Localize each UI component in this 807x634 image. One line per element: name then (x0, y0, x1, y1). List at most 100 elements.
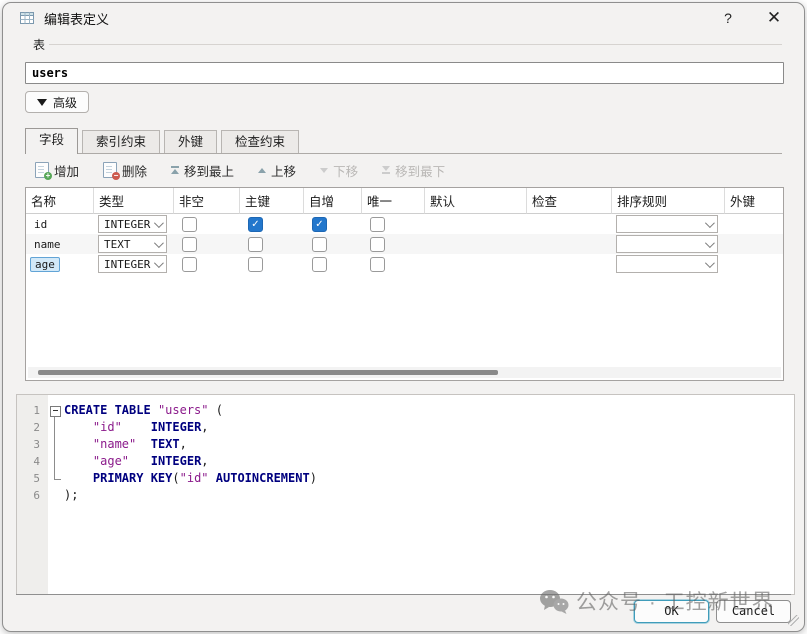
not-null-checkbox[interactable]: ✓ (182, 237, 197, 252)
cell-name[interactable]: id (26, 214, 94, 234)
unique-checkbox[interactable]: ✓ (370, 217, 385, 232)
fold-marker (48, 453, 64, 470)
move-up-button[interactable]: 上移 (258, 161, 296, 180)
primary-key-checkbox[interactable]: ✓ (248, 257, 263, 272)
col-header-name[interactable]: 名称 (26, 188, 94, 214)
table-grid-icon (19, 10, 35, 26)
line-number: 5 (17, 470, 48, 487)
tab-check-constraints[interactable]: 检查约束 (221, 130, 299, 153)
move-to-top-button-label: 移到最上 (184, 161, 234, 180)
line-number: 6 (17, 487, 48, 504)
field-row: id INTEGER ✓ ✓ ✓ ✓ (26, 214, 783, 234)
advanced-button[interactable]: 高级 (25, 91, 89, 113)
sql-code-text: PRIMARY KEY("id" AUTOINCREMENT) (64, 470, 317, 487)
cell-name[interactable]: name (26, 234, 94, 254)
unique-checkbox[interactable]: ✓ (370, 237, 385, 252)
field-row: name TEXT ✓ ✓ ✓ ✓ (26, 234, 783, 254)
field-toolbar: +增加 −删除 移到最上 上移 下移 移到最下 (25, 155, 782, 185)
add-button-label: 增加 (54, 161, 79, 180)
tab-index-constraints[interactable]: 索引约束 (82, 130, 160, 153)
tab-foreign-keys[interactable]: 外键 (164, 130, 217, 153)
cell-not-null: ✓ (174, 254, 240, 274)
remove-button[interactable]: −删除 (103, 161, 147, 180)
type-select-value: INTEGER (104, 218, 150, 231)
sql-line: 2 "id" INTEGER, (17, 419, 794, 436)
collation-select[interactable] (616, 215, 718, 233)
horizontal-scrollbar[interactable] (28, 367, 781, 378)
cell-primary-key: ✓ (240, 254, 304, 274)
sql-code-text: "age" INTEGER, (64, 453, 209, 470)
sql-line: 4 "age" INTEGER, (17, 453, 794, 470)
advanced-button-label: 高级 (53, 94, 77, 111)
col-header-type[interactable]: 类型 (94, 188, 174, 214)
sql-code-text: "id" INTEGER, (64, 419, 209, 436)
cancel-button[interactable]: Cancel (716, 600, 791, 623)
sql-code-text: CREATE TABLE "users" ( (64, 402, 223, 419)
cell-name[interactable]: age (26, 254, 94, 274)
cell-foreign-key[interactable] (725, 254, 783, 274)
move-top-icon (171, 166, 179, 174)
fold-collapse-icon[interactable] (50, 406, 61, 417)
col-header-collation[interactable]: 排序规则 (612, 188, 725, 214)
move-up-button-label: 上移 (271, 161, 296, 180)
unique-checkbox[interactable]: ✓ (370, 257, 385, 272)
help-button[interactable]: ? (714, 10, 742, 26)
auto-increment-checkbox[interactable]: ✓ (312, 217, 327, 232)
add-button[interactable]: +增加 (35, 161, 79, 180)
col-header-default[interactable]: 默认 (425, 188, 527, 214)
cell-foreign-key[interactable] (725, 234, 783, 254)
field-name: id (29, 218, 47, 231)
remove-record-icon: − (103, 162, 117, 178)
cell-unique: ✓ (362, 214, 425, 234)
col-header-not-null[interactable]: 非空 (174, 188, 240, 214)
close-button[interactable]: ✕ (760, 8, 788, 28)
cell-unique: ✓ (362, 234, 425, 254)
tab-bar: 字段索引约束外键检查约束 (25, 129, 782, 154)
fold-marker[interactable] (48, 402, 64, 419)
cell-foreign-key[interactable] (725, 214, 783, 234)
move-up-icon (258, 168, 266, 173)
not-null-checkbox[interactable]: ✓ (182, 217, 197, 232)
col-header-primary-key[interactable]: 主键 (240, 188, 304, 214)
collation-select[interactable] (616, 255, 718, 273)
fold-marker (48, 487, 64, 504)
type-select[interactable]: INTEGER (98, 215, 167, 233)
cell-default[interactable] (425, 234, 527, 254)
sql-editor[interactable]: 1CREATE TABLE "users" (2 "id" INTEGER,3 … (16, 394, 795, 595)
auto-increment-checkbox[interactable]: ✓ (312, 257, 327, 272)
cell-check[interactable] (527, 254, 612, 274)
col-header-foreign-key[interactable]: 外键 (725, 188, 783, 214)
field-name: name (29, 238, 61, 251)
field-row: ageINTEGER ✓ ✓ ✓ ✓ (26, 254, 783, 274)
not-null-checkbox[interactable]: ✓ (182, 257, 197, 272)
cell-check[interactable] (527, 234, 612, 254)
primary-key-checkbox[interactable]: ✓ (248, 217, 263, 232)
move-to-top-button[interactable]: 移到最上 (171, 161, 234, 180)
tab-fields[interactable]: 字段 (25, 128, 78, 154)
fold-marker (48, 436, 64, 453)
move-down-button[interactable]: 下移 (320, 161, 358, 180)
line-number: 2 (17, 419, 48, 436)
cell-default[interactable] (425, 214, 527, 234)
type-select[interactable]: TEXT (98, 235, 167, 253)
cell-type: INTEGER (94, 254, 174, 274)
col-header-unique[interactable]: 唯一 (362, 188, 425, 214)
auto-increment-checkbox[interactable]: ✓ (312, 237, 327, 252)
primary-key-checkbox[interactable]: ✓ (248, 237, 263, 252)
sql-code-text: "name" TEXT, (64, 436, 187, 453)
col-header-check[interactable]: 检查 (527, 188, 612, 214)
collation-select[interactable] (616, 235, 718, 253)
chevron-down-icon (154, 258, 164, 268)
ok-button[interactable]: OK (634, 600, 709, 623)
cell-collation (612, 214, 725, 234)
type-select[interactable]: INTEGER (98, 255, 167, 273)
fold-marker (48, 419, 64, 436)
move-to-bottom-button[interactable]: 移到最下 (382, 161, 445, 180)
cell-default[interactable] (425, 254, 527, 274)
table-name-input[interactable] (25, 62, 784, 84)
col-header-auto-increment[interactable]: 自增 (304, 188, 362, 214)
resize-grip[interactable] (788, 615, 799, 626)
fields-table: 名称类型非空主键自增唯一默认检查排序规则外键 idINTEGER✓✓✓✓name… (25, 187, 784, 381)
cell-check[interactable] (527, 214, 612, 234)
scrollbar-thumb[interactable] (38, 370, 498, 375)
